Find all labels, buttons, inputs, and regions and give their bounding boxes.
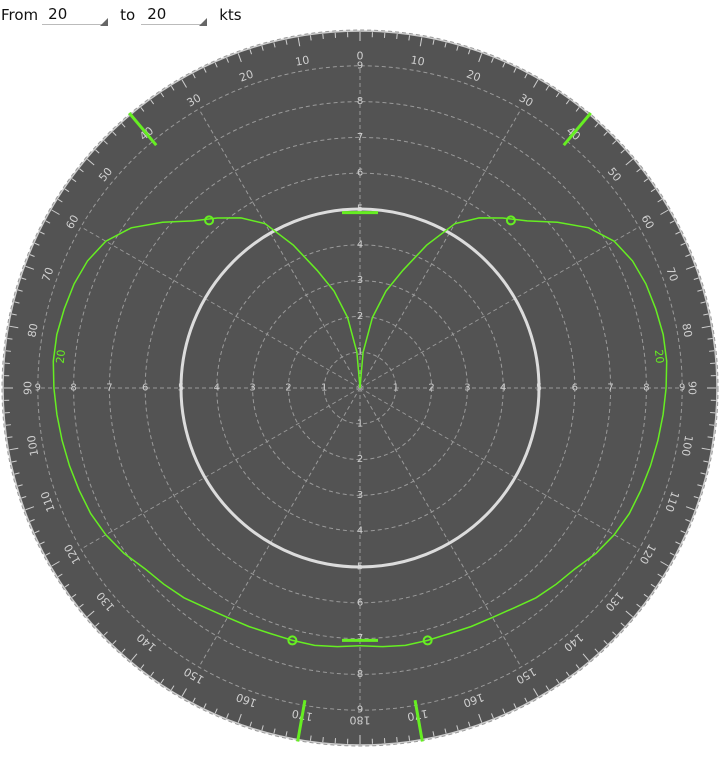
curve-label: 20 <box>652 349 666 364</box>
degree-tick <box>322 737 324 743</box>
angle-label: 80 <box>679 322 694 338</box>
degree-tick <box>5 424 11 426</box>
degree-tick <box>408 735 411 741</box>
degree-tick <box>709 350 715 352</box>
speed-label: 1 <box>393 383 399 394</box>
speed-label: 4 <box>214 383 220 394</box>
speed-label: 2 <box>357 454 363 465</box>
speed-label: 2 <box>428 383 434 394</box>
degree-tick <box>709 424 715 426</box>
speed-label: 9 <box>357 705 363 716</box>
degree-tick <box>309 35 312 41</box>
degree-tick <box>408 35 411 41</box>
degree-tick <box>707 436 713 439</box>
speed-label: 9 <box>679 383 685 394</box>
speed-label: 3 <box>357 490 363 501</box>
speed-label: 2 <box>285 383 291 394</box>
speed-label: 6 <box>572 383 578 394</box>
speed-label: 1 <box>321 383 327 394</box>
speed-label: 7 <box>357 633 363 644</box>
polar-diagram: 0101020203030404050506060707080809090100… <box>1 29 719 747</box>
speed-label: 1 <box>357 418 363 429</box>
speed-label: 3 <box>464 383 470 394</box>
speed-label: 8 <box>643 383 649 394</box>
speed-label: 7 <box>357 132 363 143</box>
speed-label: 6 <box>357 597 363 608</box>
speed-label: 8 <box>357 669 363 680</box>
speed-label: 4 <box>500 383 506 394</box>
degree-tick <box>7 436 13 439</box>
degree-tick <box>396 737 398 743</box>
angle-label: 10 <box>294 53 310 68</box>
degree-tick <box>5 350 11 352</box>
degree-tick <box>707 337 713 340</box>
degree-tick <box>7 337 13 340</box>
degree-tick <box>309 735 312 741</box>
speed-label: 9 <box>357 60 363 71</box>
angle-label: 90 <box>686 381 699 395</box>
speed-label: 8 <box>357 96 363 107</box>
speed-label: 4 <box>357 526 363 537</box>
degree-tick <box>322 33 324 39</box>
speed-label: 7 <box>106 383 112 394</box>
angle-label: 90 <box>22 381 35 395</box>
curve-label: 20 <box>54 349 68 364</box>
speed-label: 3 <box>357 275 363 286</box>
speed-label: 6 <box>357 168 363 179</box>
speed-label: 8 <box>70 383 76 394</box>
speed-label: 6 <box>142 383 148 394</box>
angle-label: 10 <box>410 53 426 68</box>
speed-label: 2 <box>357 311 363 322</box>
speed-label: 4 <box>357 239 363 250</box>
speed-label: 7 <box>607 383 613 394</box>
speed-label: 3 <box>249 383 255 394</box>
degree-tick <box>396 33 398 39</box>
speed-label: 9 <box>35 383 41 394</box>
angle-label: 80 <box>25 322 40 338</box>
